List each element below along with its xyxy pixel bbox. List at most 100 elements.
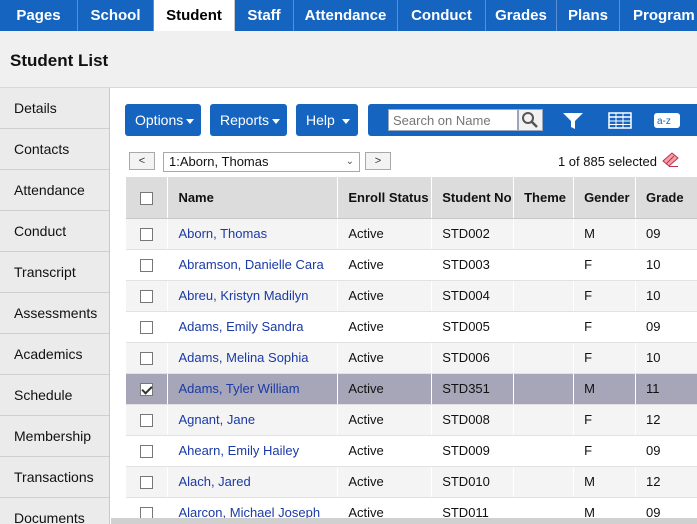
row-checkbox[interactable]: [140, 445, 153, 459]
cell-enroll-status: Active: [337, 404, 433, 436]
caret-down-icon: [186, 118, 195, 124]
sidenav-item-membership[interactable]: Membership: [0, 416, 109, 457]
cell-name: Abreu, Kristyn Madilyn: [167, 280, 339, 312]
student-name-link[interactable]: Abramson, Danielle Cara: [178, 257, 323, 272]
filter-icon[interactable]: [562, 112, 584, 130]
cell-theme: [513, 311, 575, 343]
table-row[interactable]: Ahearn, Emily Hailey Active STD009 F 09: [126, 435, 697, 467]
cell-enroll-status: Active: [337, 342, 433, 374]
row-checkbox-cell: [126, 435, 169, 467]
row-checkbox[interactable]: [140, 476, 153, 490]
sidenav-item-assessments[interactable]: Assessments: [0, 293, 109, 334]
sidenav-item-documents[interactable]: Documents: [0, 498, 109, 524]
help-button[interactable]: Help: [296, 104, 358, 136]
column-header-name[interactable]: Name: [167, 177, 339, 219]
magnifier-icon: [522, 112, 538, 128]
cell-gender: F: [573, 342, 637, 374]
select-all-cell: [126, 177, 169, 219]
cell-student-no: STD010: [431, 466, 515, 498]
student-name-link[interactable]: Adams, Tyler William: [178, 381, 299, 396]
student-name-link[interactable]: Adams, Melina Sophia: [178, 350, 308, 365]
sidenav-item-transcript[interactable]: Transcript: [0, 252, 109, 293]
column-header-student-no[interactable]: Student No: [431, 177, 515, 219]
table-row[interactable]: Alach, Jared Active STD010 M 12: [126, 466, 697, 498]
row-checkbox[interactable]: [140, 290, 153, 304]
svg-text:a-z: a-z: [657, 116, 671, 127]
sort-az-icon[interactable]: a-z: [653, 112, 681, 129]
column-header-theme[interactable]: Theme: [513, 177, 575, 219]
student-name-link[interactable]: Abreu, Kristyn Madilyn: [178, 288, 308, 303]
table-row[interactable]: Agnant, Jane Active STD008 F 12: [126, 404, 697, 436]
table-row[interactable]: Adams, Emily Sandra Active STD005 F 09: [126, 311, 697, 343]
cell-grade: 09: [635, 435, 697, 467]
table-header-row: Name Enroll Status Student No Theme Gend…: [126, 177, 697, 219]
cell-grade: 09: [635, 311, 697, 343]
student-name-link[interactable]: Alach, Jared: [178, 474, 250, 489]
table-row[interactable]: Adams, Melina Sophia Active STD006 F 10: [126, 342, 697, 374]
table-row[interactable]: Adams, Tyler William Active STD351 M 11: [126, 373, 697, 405]
student-name-link[interactable]: Agnant, Jane: [178, 412, 255, 427]
table-row[interactable]: Abreu, Kristyn Madilyn Active STD004 F 10: [126, 280, 697, 312]
chevron-down-icon: ⌄: [345, 156, 354, 167]
horizontal-scrollbar[interactable]: [111, 518, 697, 524]
sidenav-item-attendance[interactable]: Attendance: [0, 170, 109, 211]
student-table: Name Enroll Status Student No Theme Gend…: [126, 177, 697, 524]
tab-school[interactable]: School: [78, 0, 154, 31]
sidenav-item-transactions[interactable]: Transactions: [0, 457, 109, 498]
column-grid-icon[interactable]: [608, 112, 632, 129]
row-checkbox-cell: [126, 311, 169, 343]
table-row[interactable]: Aborn, Thomas Active STD002 M 09: [126, 218, 697, 250]
eraser-icon[interactable]: [662, 152, 680, 168]
options-button[interactable]: Options: [125, 104, 201, 136]
cell-grade: 10: [635, 342, 697, 374]
table-row[interactable]: Abramson, Danielle Cara Active STD003 F 10: [126, 249, 697, 281]
cell-name: Adams, Tyler William: [167, 373, 339, 405]
tab-pages[interactable]: Pages: [0, 0, 78, 31]
row-checkbox[interactable]: [140, 352, 153, 366]
tab-attendance[interactable]: Attendance: [294, 0, 398, 31]
cell-student-no: STD004: [431, 280, 515, 312]
reports-label: Reports: [220, 112, 270, 128]
tab-student[interactable]: Student: [154, 0, 235, 31]
cell-theme: [513, 373, 575, 405]
cell-name: Alach, Jared: [167, 466, 339, 498]
row-checkbox[interactable]: [140, 383, 153, 397]
cell-student-no: STD006: [431, 342, 515, 374]
tab-grades[interactable]: Grades: [486, 0, 557, 31]
reports-button[interactable]: Reports: [210, 104, 287, 136]
column-header-gender[interactable]: Gender: [573, 177, 637, 219]
student-name-link[interactable]: Ahearn, Emily Hailey: [178, 443, 299, 458]
sidenav-item-schedule[interactable]: Schedule: [0, 375, 109, 416]
tab-plans[interactable]: Plans: [557, 0, 620, 31]
row-checkbox[interactable]: [140, 259, 153, 273]
record-select[interactable]: 1:Aborn, Thomas ⌄: [163, 152, 360, 172]
cell-theme: [513, 404, 575, 436]
select-all-checkbox[interactable]: [140, 191, 153, 205]
row-checkbox-cell: [126, 249, 169, 281]
student-table-container: Name Enroll Status Student No Theme Gend…: [126, 177, 697, 524]
cell-theme: [513, 342, 575, 374]
cell-grade: 09: [635, 218, 697, 250]
sidenav-item-contacts[interactable]: Contacts: [0, 129, 109, 170]
search-input[interactable]: [388, 109, 518, 131]
row-checkbox[interactable]: [140, 321, 153, 335]
selection-count: 1 of 885 selected: [557, 154, 657, 169]
sidenav-item-academics[interactable]: Academics: [0, 334, 109, 375]
column-header-grade[interactable]: Grade: [635, 177, 697, 219]
previous-record-button[interactable]: <: [129, 152, 155, 170]
cell-gender: F: [573, 404, 637, 436]
tab-conduct[interactable]: Conduct: [398, 0, 486, 31]
sidenav-item-conduct[interactable]: Conduct: [0, 211, 109, 252]
tab-program[interactable]: Program: [620, 0, 697, 31]
student-name-link[interactable]: Aborn, Thomas: [178, 226, 267, 241]
cell-name: Adams, Melina Sophia: [167, 342, 339, 374]
search-button[interactable]: [518, 109, 543, 131]
caret-down-icon: [272, 118, 281, 124]
row-checkbox[interactable]: [140, 228, 153, 242]
tab-staff[interactable]: Staff: [235, 0, 294, 31]
row-checkbox[interactable]: [140, 414, 153, 428]
sidenav-item-details[interactable]: Details: [0, 88, 109, 129]
column-header-enroll-status[interactable]: Enroll Status: [337, 177, 433, 219]
next-record-button[interactable]: >: [365, 152, 391, 170]
student-name-link[interactable]: Adams, Emily Sandra: [178, 319, 303, 334]
